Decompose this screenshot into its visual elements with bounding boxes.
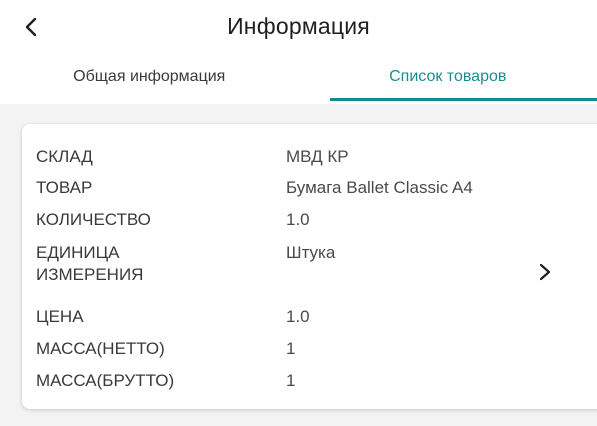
- row-value: Штука: [286, 243, 336, 262]
- chevron-right-icon: [539, 263, 551, 281]
- row-value: Бумага Ballet Classic A4: [286, 178, 473, 197]
- row-label: МАССА(НЕТТО): [36, 339, 165, 358]
- page-title: Информация: [227, 12, 370, 39]
- chevron-left-icon: [25, 17, 37, 37]
- back-button[interactable]: [18, 12, 44, 42]
- row-value: 1: [286, 371, 296, 390]
- row-label: ЕДИНИЦА ИЗМЕРЕНИЯ: [36, 243, 144, 284]
- row-value: МВД КР: [286, 147, 349, 166]
- screen: Информация Общая информация Список товар…: [0, 0, 597, 426]
- row-value: 1: [286, 339, 296, 358]
- product-card[interactable]: СКЛАД МВД КР ТОВАР Бумага Ballet Classic…: [22, 124, 597, 409]
- tab-bar: Общая информация Список товаров: [0, 56, 597, 102]
- row-label: ТОВАР: [36, 178, 93, 197]
- row-value: 1.0: [286, 307, 310, 326]
- tab-product-list[interactable]: Список товаров: [299, 52, 597, 102]
- row-label: МАССА(БРУТТО): [36, 371, 175, 390]
- header: Информация: [0, 0, 597, 56]
- row-value: 1.0: [286, 210, 310, 229]
- tab-general-info[interactable]: Общая информация: [0, 52, 299, 102]
- active-tab-indicator: [330, 98, 597, 101]
- row-label: КОЛИЧЕСТВО: [36, 210, 151, 229]
- row-label: СКЛАД: [36, 147, 93, 166]
- row-label: ЦЕНА: [36, 307, 84, 326]
